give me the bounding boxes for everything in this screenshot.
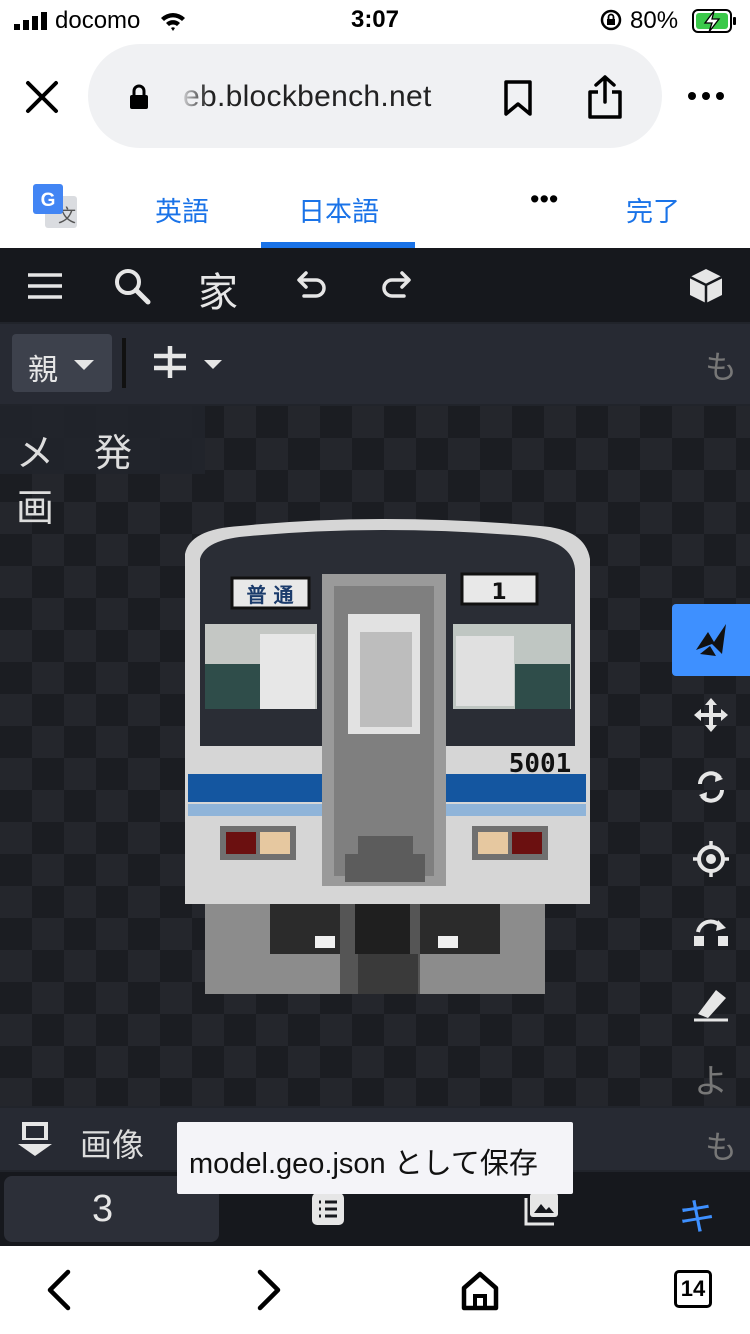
route-sign: 1	[491, 580, 506, 605]
redo-icon[interactable]	[378, 266, 418, 306]
secondary-toolbar: 親 も	[0, 324, 750, 404]
add-icon[interactable]	[152, 344, 188, 380]
parent-select-label: 親	[28, 354, 58, 387]
list-icon[interactable]	[310, 1192, 346, 1226]
svg-text:G: G	[41, 190, 56, 211]
rotation-lock-icon	[600, 9, 622, 31]
destination-sign: 普 通	[247, 583, 294, 607]
cube-icon[interactable]	[686, 266, 726, 306]
images-icon[interactable]	[524, 1192, 560, 1226]
add-dropdown-icon[interactable]	[204, 360, 222, 369]
toolbar-divider	[122, 338, 126, 388]
translate-bar: 文 G 英語 日本語 ••• 完了	[0, 152, 750, 248]
vertex-snap-icon	[696, 624, 726, 656]
tabs-count-button[interactable]: 14	[674, 1270, 712, 1308]
translate-done-button[interactable]: 完了	[626, 190, 680, 229]
url-fade	[178, 74, 208, 118]
lock-icon	[130, 84, 148, 109]
3d-viewport[interactable]: メ 発 画 普 通 1 5001 よ	[0, 406, 750, 1106]
back-icon[interactable]	[38, 1268, 82, 1312]
move-tool-active[interactable]	[672, 604, 750, 676]
address-field[interactable]: eb.blockbench.net	[88, 44, 662, 148]
menu-icon[interactable]	[25, 266, 65, 306]
search-icon[interactable]	[112, 266, 152, 306]
more-options-icon[interactable]	[686, 90, 726, 102]
parent-select-button[interactable]: 親	[12, 334, 112, 392]
image-panel-icon[interactable]	[16, 1120, 54, 1158]
viewport-menu[interactable]: メ 発 画	[0, 406, 205, 530]
panel-title: 画像	[80, 1127, 145, 1163]
panel-more-label[interactable]: も	[705, 1122, 737, 1168]
translate-english-tab[interactable]: 英語	[155, 190, 209, 229]
forward-icon[interactable]	[246, 1268, 290, 1312]
translate-more-button[interactable]: •••	[530, 184, 558, 215]
save-tooltip: model.geo.json として保存	[177, 1122, 573, 1194]
tool-more-label[interactable]: よ	[694, 1054, 728, 1103]
scale-icon[interactable]	[692, 912, 730, 950]
rotate-icon[interactable]	[692, 768, 730, 806]
url-text: eb.blockbench.net	[183, 80, 432, 113]
battery-percent: 80%	[630, 7, 679, 34]
share-icon[interactable]	[586, 74, 624, 120]
browser-nav-bar: 14	[0, 1246, 750, 1334]
tab-last[interactable]: キ	[678, 1186, 716, 1241]
blockbench-app: 家 親 も メ 発 画 普 通 1 5001 よ 画像 も 3 キ model.…	[0, 248, 750, 1246]
main-toolbar: 家	[0, 248, 750, 322]
car-number: 5001	[509, 749, 572, 779]
tool-palette: よ	[672, 604, 750, 1104]
train-model[interactable]: 普 通 1 5001	[180, 514, 595, 994]
chevron-down-icon	[74, 360, 94, 370]
tab-first-label: 3	[92, 1188, 114, 1230]
brush-icon[interactable]	[692, 984, 730, 1022]
undo-icon[interactable]	[290, 266, 330, 306]
close-icon[interactable]	[22, 77, 62, 117]
home-icon[interactable]	[458, 1268, 502, 1312]
status-bar: docomo 3:07 80%	[0, 0, 750, 42]
move-icon[interactable]	[692, 696, 730, 734]
pivot-icon[interactable]	[692, 840, 730, 878]
home-tab-label[interactable]: 家	[198, 260, 238, 318]
toolbar-more-label[interactable]: も	[705, 342, 737, 388]
google-translate-icon[interactable]: 文 G	[33, 184, 79, 230]
viewport-menu-label: メ 発 画	[16, 431, 147, 530]
battery-charging-icon	[692, 9, 736, 33]
bookmark-icon[interactable]	[503, 80, 533, 116]
translate-japanese-tab[interactable]: 日本語	[298, 190, 379, 229]
browser-url-bar: eb.blockbench.net	[0, 42, 750, 152]
